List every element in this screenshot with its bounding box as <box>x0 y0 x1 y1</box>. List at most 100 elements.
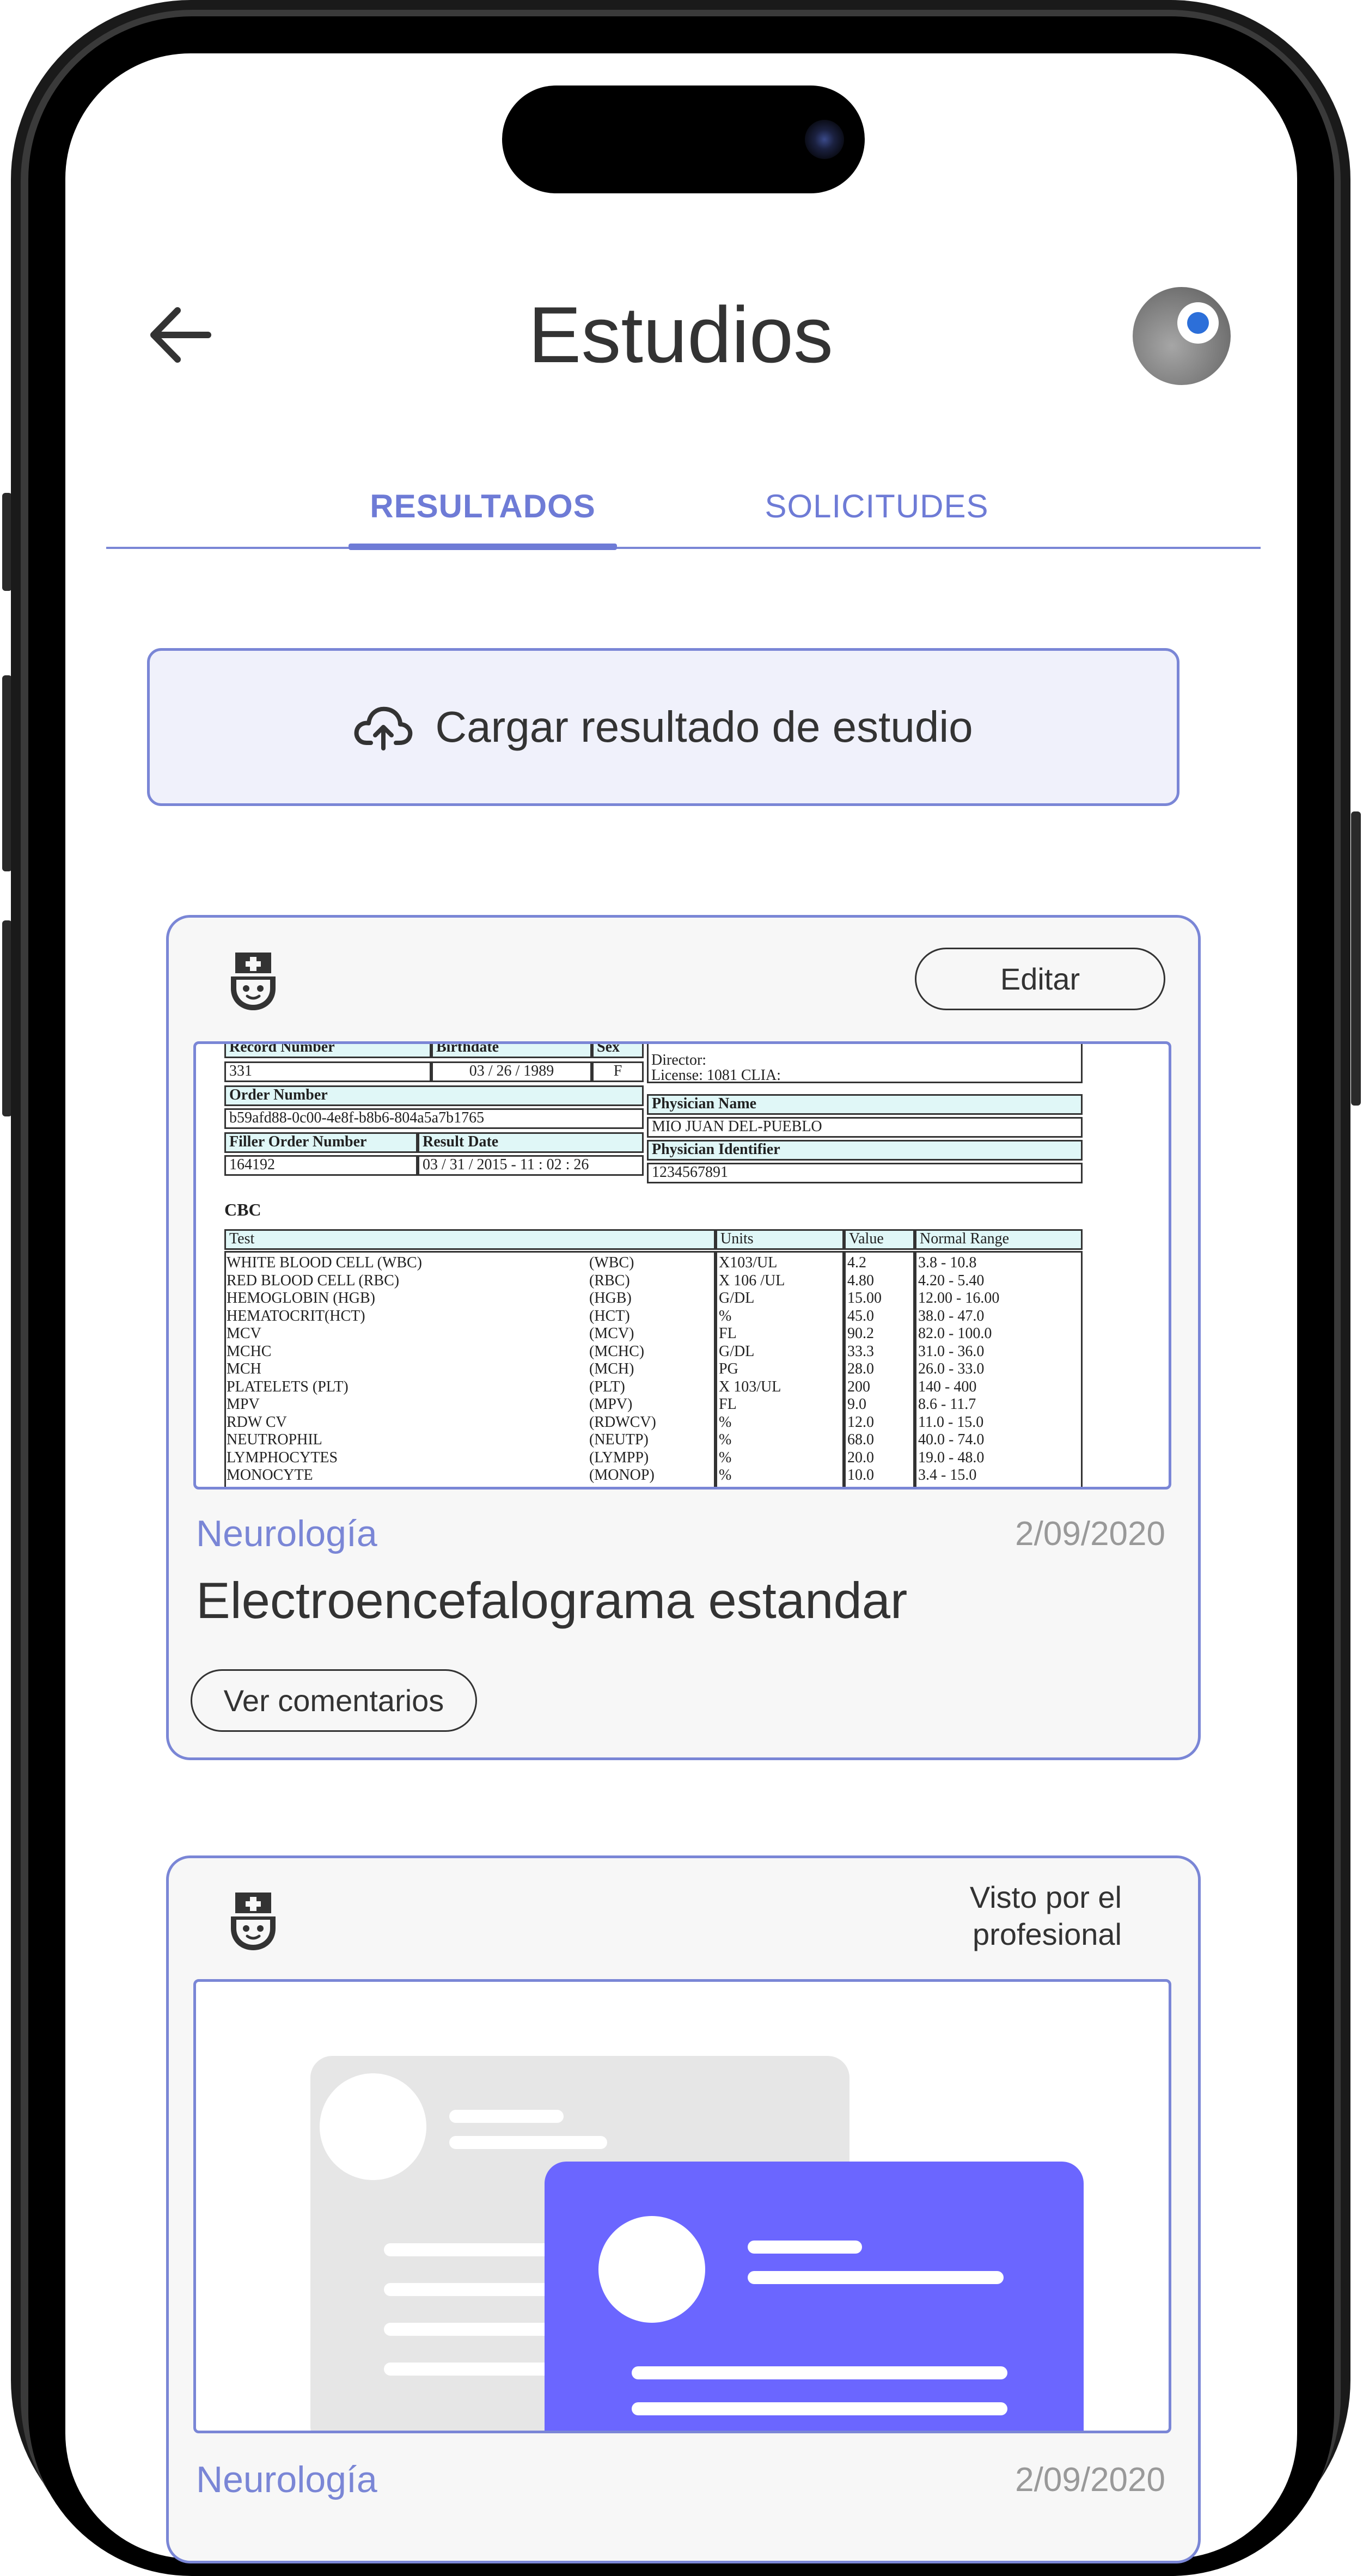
row-test-name: MCH <box>227 1360 261 1377</box>
tab-solicitudes[interactable]: SOLICITUDES <box>730 479 1024 534</box>
card-date: 2/09/2020 <box>1015 2461 1165 2499</box>
row-units: X 103/UL <box>719 1378 781 1395</box>
row-value: 28.0 <box>847 1360 874 1377</box>
row-test-name: NEUTROPHIL <box>227 1431 322 1448</box>
row-units: G/DL <box>719 1290 755 1307</box>
row-value: 200 <box>847 1378 870 1395</box>
row-units: % <box>719 1467 732 1484</box>
row-value: 4.80 <box>847 1272 874 1289</box>
card-category: Neurología <box>196 1513 377 1554</box>
row-test-name: MPV <box>227 1396 260 1413</box>
row-test-name: RED BLOOD CELL (RBC) <box>227 1272 400 1289</box>
row-test-code: (PLT) <box>589 1378 625 1395</box>
row-test-code: (MCH) <box>589 1360 634 1377</box>
physician-id-value: 1234567891 <box>647 1163 1083 1183</box>
license-label: License: 1081 CLIA: <box>651 1067 781 1084</box>
physician-id-header: Physician Identifier <box>647 1140 1083 1161</box>
row-value: 9.0 <box>847 1396 866 1413</box>
row-value: 33.3 <box>847 1342 874 1360</box>
row-value: 90.2 <box>847 1325 874 1342</box>
row-test-name: RDW CV <box>227 1413 287 1431</box>
row-test-name: LYMPHOCYTES <box>227 1449 338 1466</box>
row-units: % <box>719 1413 732 1431</box>
row-range: 12.00 - 16.00 <box>918 1290 1000 1307</box>
row-value: 12.0 <box>847 1413 874 1431</box>
row-test-code: (MPV) <box>589 1396 633 1413</box>
filler-order-header: Filler Order Number <box>224 1132 418 1153</box>
physician-name-header: Physician Name <box>647 1094 1083 1115</box>
row-test-code: (HCT) <box>589 1307 630 1324</box>
row-test-code: (RBC) <box>589 1272 630 1289</box>
result-preview-placeholder[interactable] <box>193 1979 1171 2433</box>
birthdate-header: Birthdate <box>431 1044 592 1058</box>
row-units: % <box>719 1431 732 1448</box>
row-value: 15.00 <box>847 1290 882 1307</box>
row-units: FL <box>719 1325 737 1342</box>
row-value: 20.0 <box>847 1449 874 1466</box>
row-test-name: PLATELETS (PLT) <box>227 1378 349 1395</box>
active-tab-indicator <box>349 544 617 550</box>
row-test-code: (MONOP) <box>589 1467 655 1484</box>
row-units: % <box>719 1307 732 1324</box>
seen-status-label: Visto por el profesional <box>969 1880 1122 1951</box>
row-test-name: EOSINOPHIL <box>227 1485 316 1487</box>
row-range: 38.0 - 47.0 <box>918 1307 985 1324</box>
avatar[interactable] <box>1133 287 1231 385</box>
upload-result-button[interactable]: Cargar resultado de estudio <box>147 648 1179 806</box>
row-units: X 106 /UL <box>719 1272 785 1289</box>
row-test-code: (RDWCV) <box>589 1413 656 1431</box>
row-test-code: (MCHC) <box>589 1342 645 1360</box>
page-title: Estudios <box>528 290 833 379</box>
doctor-icon <box>231 1893 276 1950</box>
upload-result-label: Cargar resultado de estudio <box>435 703 973 751</box>
row-units: % <box>719 1485 731 1487</box>
arrow-left-icon <box>150 307 211 363</box>
row-range: 82.0 - 100.0 <box>918 1325 992 1342</box>
tabs-divider <box>106 547 1261 549</box>
card-category: Neurología <box>196 2459 377 2500</box>
row-test-code: (WBC) <box>589 1254 634 1271</box>
row-units: % <box>719 1449 732 1466</box>
order-number-value: b59afd88-0c00-4e8f-b8b6-804a5a7b1765 <box>224 1108 644 1129</box>
document-placeholder-illustration <box>310 2056 1084 2431</box>
row-range: 3.8 - 10.8 <box>918 1254 977 1271</box>
row-value: 45.0 <box>847 1307 874 1324</box>
row-test-name: HEMATOCRIT(HCT) <box>227 1307 365 1324</box>
card-title: Electroencefalograma estandar <box>196 1572 908 1629</box>
study-card: Editar Record Number Birthdate Sex 331 0… <box>166 915 1201 1760</box>
record-number-header: Record Number <box>224 1044 431 1058</box>
row-range: 40.0 - 74.0 <box>918 1431 985 1448</box>
row-value: 4.2 <box>847 1254 866 1271</box>
row-units: FL <box>719 1396 737 1413</box>
row-test-code: (MCV) <box>589 1325 634 1342</box>
physician-name-value: MIO JUAN DEL-PUEBLO <box>647 1117 1083 1138</box>
row-range: 19.0 - 48.0 <box>918 1449 985 1466</box>
col-test: Test <box>224 1229 716 1250</box>
filler-order-value: 164192 <box>224 1155 418 1176</box>
row-range: 8.6 - 11.7 <box>918 1396 976 1413</box>
view-comments-button[interactable]: Ver comentarios <box>191 1669 477 1732</box>
row-units: X103/UL <box>719 1254 778 1271</box>
col-value: Value <box>844 1229 915 1250</box>
tab-resultados[interactable]: RESULTADOS <box>349 479 617 534</box>
row-units: G/DL <box>719 1342 755 1360</box>
row-range: 26.0 - 33.0 <box>918 1360 985 1377</box>
sex-header: Sex <box>592 1044 644 1058</box>
record-number-value: 331 <box>224 1061 431 1082</box>
row-test-name: MONOCYTE <box>227 1467 313 1484</box>
row-range: 140 - 400 <box>918 1378 977 1395</box>
cloud-upload-icon <box>354 706 413 750</box>
section-title: CBC <box>224 1200 261 1219</box>
row-test-name: HEMOGLOBIN (HGB) <box>227 1290 375 1307</box>
col-units: Units <box>716 1229 844 1250</box>
row-test-code: (EOSP) <box>589 1485 637 1487</box>
sex-value: F <box>592 1061 644 1082</box>
avatar-eye-icon <box>1177 302 1219 344</box>
camera-icon <box>805 120 844 159</box>
result-preview[interactable]: Record Number Birthdate Sex 331 03 / 26 … <box>193 1041 1171 1490</box>
edit-button[interactable]: Editar <box>915 948 1165 1010</box>
row-range: 4.20 - 5.40 <box>918 1272 985 1289</box>
back-button[interactable] <box>142 300 218 370</box>
row-value: 2.0 <box>847 1485 866 1487</box>
row-test-name: WHITE BLOOD CELL (WBC) <box>227 1254 422 1271</box>
